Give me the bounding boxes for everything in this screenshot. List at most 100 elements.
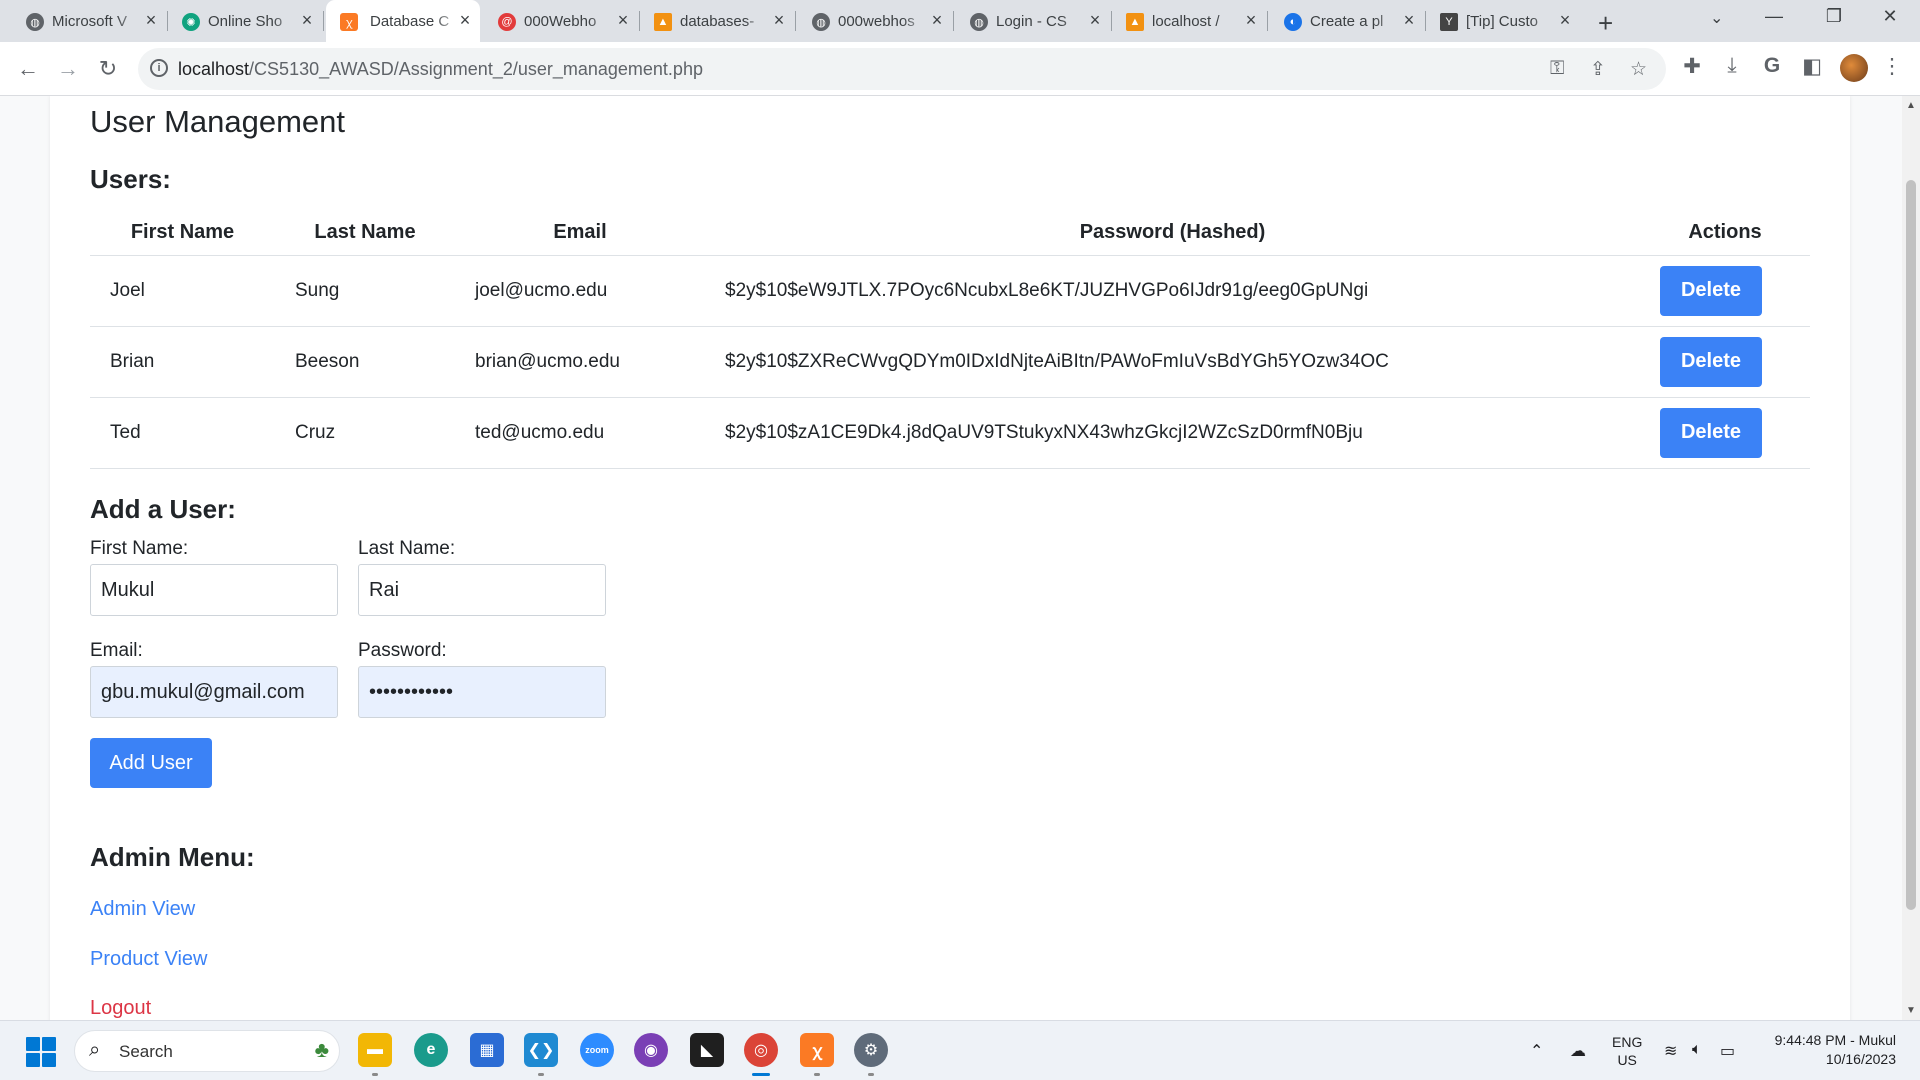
tab-localhost[interactable]: ▲ localhost / ×	[1126, 0, 1268, 42]
add-user-button[interactable]: Add User	[90, 738, 212, 788]
tab-title: databases-	[680, 12, 755, 30]
show-hidden-icons-chevron-icon[interactable]: ⌃	[1530, 1041, 1543, 1061]
chatgpt-icon: ✺	[182, 13, 200, 31]
close-tab-icon[interactable]: ×	[1242, 11, 1260, 29]
scrollbar-thumb[interactable]	[1906, 180, 1916, 910]
forward-icon[interactable]: →	[54, 56, 82, 82]
extensions-puzzle-icon[interactable]: ✚	[1678, 54, 1706, 79]
windows-taskbar: ⌕ Search ♣ ▬ e ▦ ❮❯ zoom ◉ ◣ ◎ ꭓ ⚙ ⌃ ☁ E…	[0, 1020, 1920, 1080]
tab-online-shop[interactable]: ✺ Online Sho ×	[182, 0, 324, 42]
first-name-field[interactable]	[90, 564, 338, 616]
file-explorer-icon[interactable]: ▬	[358, 1033, 392, 1076]
key-icon[interactable]: ⚿	[1550, 58, 1564, 80]
site-info-icon[interactable]: i	[150, 59, 168, 77]
cell-email: brian@ucmo.edu	[455, 326, 705, 398]
delete-button[interactable]: Delete	[1660, 407, 1762, 458]
address-bar[interactable]: i localhost/CS5130_AWASD/Assignment_2/us…	[138, 48, 1666, 90]
reload-icon[interactable]: ↻	[94, 56, 122, 82]
logout-link[interactable]: Logout	[90, 997, 151, 1020]
clock[interactable]: 9:44:48 PM - Mukul 10/16/2023	[1740, 1031, 1896, 1069]
header-email: Email	[455, 210, 705, 256]
tab-search-chevron-icon[interactable]: ⌄	[1710, 8, 1723, 28]
new-tab-icon[interactable]: +	[1598, 8, 1613, 39]
edge-browser-icon[interactable]: e	[414, 1033, 448, 1067]
close-tab-icon[interactable]: ×	[1556, 11, 1574, 29]
password-label: Password:	[358, 640, 447, 661]
last-name-label: Last Name:	[358, 538, 456, 559]
taskbar-search[interactable]: ⌕ Search ♣	[74, 1030, 340, 1072]
password-field[interactable]	[358, 666, 606, 718]
url-text[interactable]: localhost/CS5130_AWASD/Assignment_2/user…	[178, 59, 703, 80]
cell-password: $2y$10$zA1CE9Dk4.j8dQaUV9TStukyxNX43whzG…	[705, 397, 1640, 469]
wifi-icon[interactable]: ≋	[1664, 1041, 1677, 1061]
close-tab-icon[interactable]: ×	[456, 11, 474, 29]
header-first-name: First Name	[90, 210, 275, 256]
share-icon[interactable]: ⇪	[1590, 58, 1606, 81]
start-windows-icon[interactable]	[26, 1037, 56, 1067]
close-window-icon[interactable]: ✕	[1870, 6, 1910, 27]
battery-icon[interactable]: ▭	[1720, 1041, 1735, 1061]
zoom-icon[interactable]: zoom	[580, 1033, 614, 1067]
search-highlight-icon: ♣	[314, 1037, 329, 1062]
globe-icon: ◍	[812, 13, 830, 31]
delete-button[interactable]: Delete	[1660, 265, 1762, 316]
chrome-icon[interactable]: ◎	[744, 1033, 778, 1076]
header-password: Password (Hashed)	[705, 210, 1640, 256]
settings-gear-icon[interactable]: ⚙	[854, 1033, 888, 1076]
download-icon[interactable]: ⤓	[1718, 54, 1746, 78]
vscode-icon[interactable]: ❮❯	[524, 1033, 558, 1076]
email-field[interactable]	[90, 666, 338, 718]
tab-microsoft[interactable]: ◍ Microsoft V ×	[26, 0, 168, 42]
cell-password: $2y$10$eW9JTLX.7POyc6NcubxL8e6KT/JUZHVGP…	[705, 255, 1640, 327]
cell-last-name: Beeson	[275, 326, 455, 398]
browser-toolbar: ← → ↻ i localhost/CS5130_AWASD/Assignmen…	[0, 42, 1920, 96]
google-icon[interactable]: G	[1758, 54, 1786, 78]
tab-000webhost[interactable]: @ 000Webho ×	[498, 0, 640, 42]
last-name-field[interactable]	[358, 564, 606, 616]
github-desktop-icon[interactable]: ◉	[634, 1033, 668, 1067]
tab-databases[interactable]: ▲ databases- ×	[654, 0, 796, 42]
restore-icon[interactable]: ❐	[1814, 6, 1854, 27]
search-placeholder: Search	[119, 1042, 173, 1061]
volume-icon[interactable]: 🔈︎	[1692, 1041, 1702, 1059]
tab-title: Microsoft V	[52, 12, 128, 30]
xampp-icon[interactable]: ꭓ	[800, 1033, 834, 1076]
tab-login[interactable]: ◍ Login - CS ×	[970, 0, 1112, 42]
microsoft-store-icon[interactable]: ▦	[470, 1033, 504, 1067]
delete-button[interactable]: Delete	[1660, 336, 1762, 387]
close-tab-icon[interactable]: ×	[298, 11, 316, 29]
back-icon[interactable]: ←	[14, 56, 42, 82]
sticky-notes-icon[interactable]: ◣	[690, 1033, 724, 1067]
more-menu-icon[interactable]: ⋮	[1878, 54, 1906, 79]
scroll-up-icon[interactable]: ▲	[1906, 100, 1916, 111]
onedrive-cloud-icon[interactable]: ☁	[1570, 1041, 1586, 1061]
table-row: Joel Sung joel@ucmo.edu $2y$10$eW9JTLX.7…	[90, 255, 1810, 327]
tab-create[interactable]: ◐ Create a pl ×	[1284, 0, 1426, 42]
language-indicator[interactable]: ENG US	[1612, 1033, 1642, 1069]
edge-icon: ◐	[1284, 13, 1302, 31]
profile-avatar[interactable]	[1840, 54, 1868, 82]
close-tab-icon[interactable]: ×	[142, 11, 160, 29]
close-tab-icon[interactable]: ×	[1086, 11, 1104, 29]
page-scrollbar[interactable]: ▲ ▼	[1902, 96, 1920, 1020]
bookmark-star-icon[interactable]: ☆	[1630, 58, 1647, 81]
table-row: Brian Beeson brian@ucmo.edu $2y$10$ZXReC…	[90, 326, 1810, 398]
header-actions: Actions	[1640, 210, 1810, 256]
scroll-down-icon[interactable]: ▼	[1906, 1005, 1916, 1016]
tab-tip[interactable]: Y [Tip] Custo ×	[1440, 0, 1580, 42]
tab-000webhost-2[interactable]: ◍ 000webhos ×	[812, 0, 954, 42]
side-panel-icon[interactable]: ◧	[1798, 54, 1826, 79]
globe-icon: ◍	[970, 13, 988, 31]
add-user-heading: Add a User:	[90, 494, 236, 524]
admin-view-link[interactable]: Admin View	[90, 898, 195, 921]
y-icon: Y	[1440, 13, 1458, 31]
search-icon: ⌕	[89, 1039, 101, 1061]
minimize-icon[interactable]: —	[1754, 6, 1794, 27]
close-tab-icon[interactable]: ×	[614, 11, 632, 29]
close-tab-icon[interactable]: ×	[770, 11, 788, 29]
product-view-link[interactable]: Product View	[90, 948, 207, 971]
close-tab-icon[interactable]: ×	[928, 11, 946, 29]
close-tab-icon[interactable]: ×	[1400, 11, 1418, 29]
tab-database-active[interactable]: ꭓ Database C ×	[326, 0, 480, 42]
cell-email: ted@ucmo.edu	[455, 397, 705, 469]
